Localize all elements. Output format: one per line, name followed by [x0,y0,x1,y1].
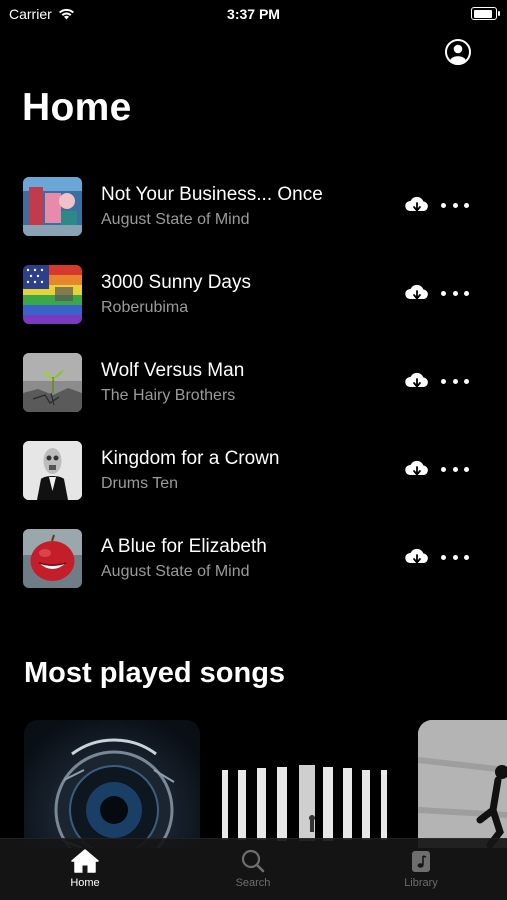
person-circle-icon [445,39,471,65]
song-title: Kingdom for a Crown [101,448,280,469]
cloud-download-icon [405,196,428,212]
most-played-card[interactable] [219,720,395,848]
magnifier-icon [241,849,265,873]
album-art [23,177,82,236]
song-title: 3000 Sunny Days [101,272,251,293]
cloud-download-icon [405,460,428,476]
more-options-button[interactable] [441,550,469,564]
cloud-download-icon [405,372,428,388]
song-artist: August State of Mind [101,563,250,580]
song-row[interactable]: Wolf Versus Man The Hairy Brothers [0,352,507,440]
album-art [23,441,82,500]
tab-search[interactable]: Search [198,839,308,900]
profile-button[interactable] [444,38,472,66]
download-button[interactable] [404,282,430,304]
more-options-button[interactable] [441,462,469,476]
most-played-card[interactable] [418,720,507,848]
tab-label-library: Library [404,877,438,889]
battery-icon [471,7,500,20]
most-played-carousel[interactable] [0,718,507,848]
house-icon [71,849,99,873]
more-options-button[interactable] [441,198,469,212]
song-artist: Roberubima [101,299,189,316]
most-played-card[interactable] [24,720,200,848]
song-artist: Drums Ten [101,475,179,492]
song-row[interactable]: A Blue for Elizabeth August State of Min… [0,528,507,616]
song-title: Not Your Business... Once [101,184,323,205]
album-art [23,265,82,324]
tab-label-home: Home [70,877,100,889]
download-button[interactable] [404,546,430,568]
song-artist: The Hairy Brothers [101,387,236,404]
cloud-download-icon [405,548,428,564]
more-options-button[interactable] [441,374,469,388]
song-row[interactable]: 3000 Sunny Days Roberubima [0,264,507,352]
song-row[interactable]: Not Your Business... Once August State o… [0,176,507,264]
song-row[interactable]: Kingdom for a Crown Drums Ten [0,440,507,528]
song-title: A Blue for Elizabeth [101,536,267,557]
clock: 3:37 PM [227,6,280,22]
more-options-button[interactable] [441,286,469,300]
album-art [23,353,82,412]
song-artist: August State of Mind [101,211,250,228]
download-button[interactable] [404,370,430,392]
tab-bar: Home Search Library [0,838,507,900]
page-title: Home [22,86,132,129]
tab-label-search: Search [235,877,271,889]
tab-library[interactable]: Library [366,839,476,900]
status-bar: Carrier 3:37 PM [0,0,507,30]
cloud-download-icon [405,284,428,300]
most-played-title: Most played songs [24,657,286,689]
download-button[interactable] [404,458,430,480]
album-art [23,529,82,588]
song-list: Not Your Business... Once August State o… [0,176,507,616]
music-note-icon [412,851,430,872]
download-button[interactable] [404,194,430,216]
tab-home[interactable]: Home [30,839,140,900]
song-title: Wolf Versus Man [101,360,245,381]
